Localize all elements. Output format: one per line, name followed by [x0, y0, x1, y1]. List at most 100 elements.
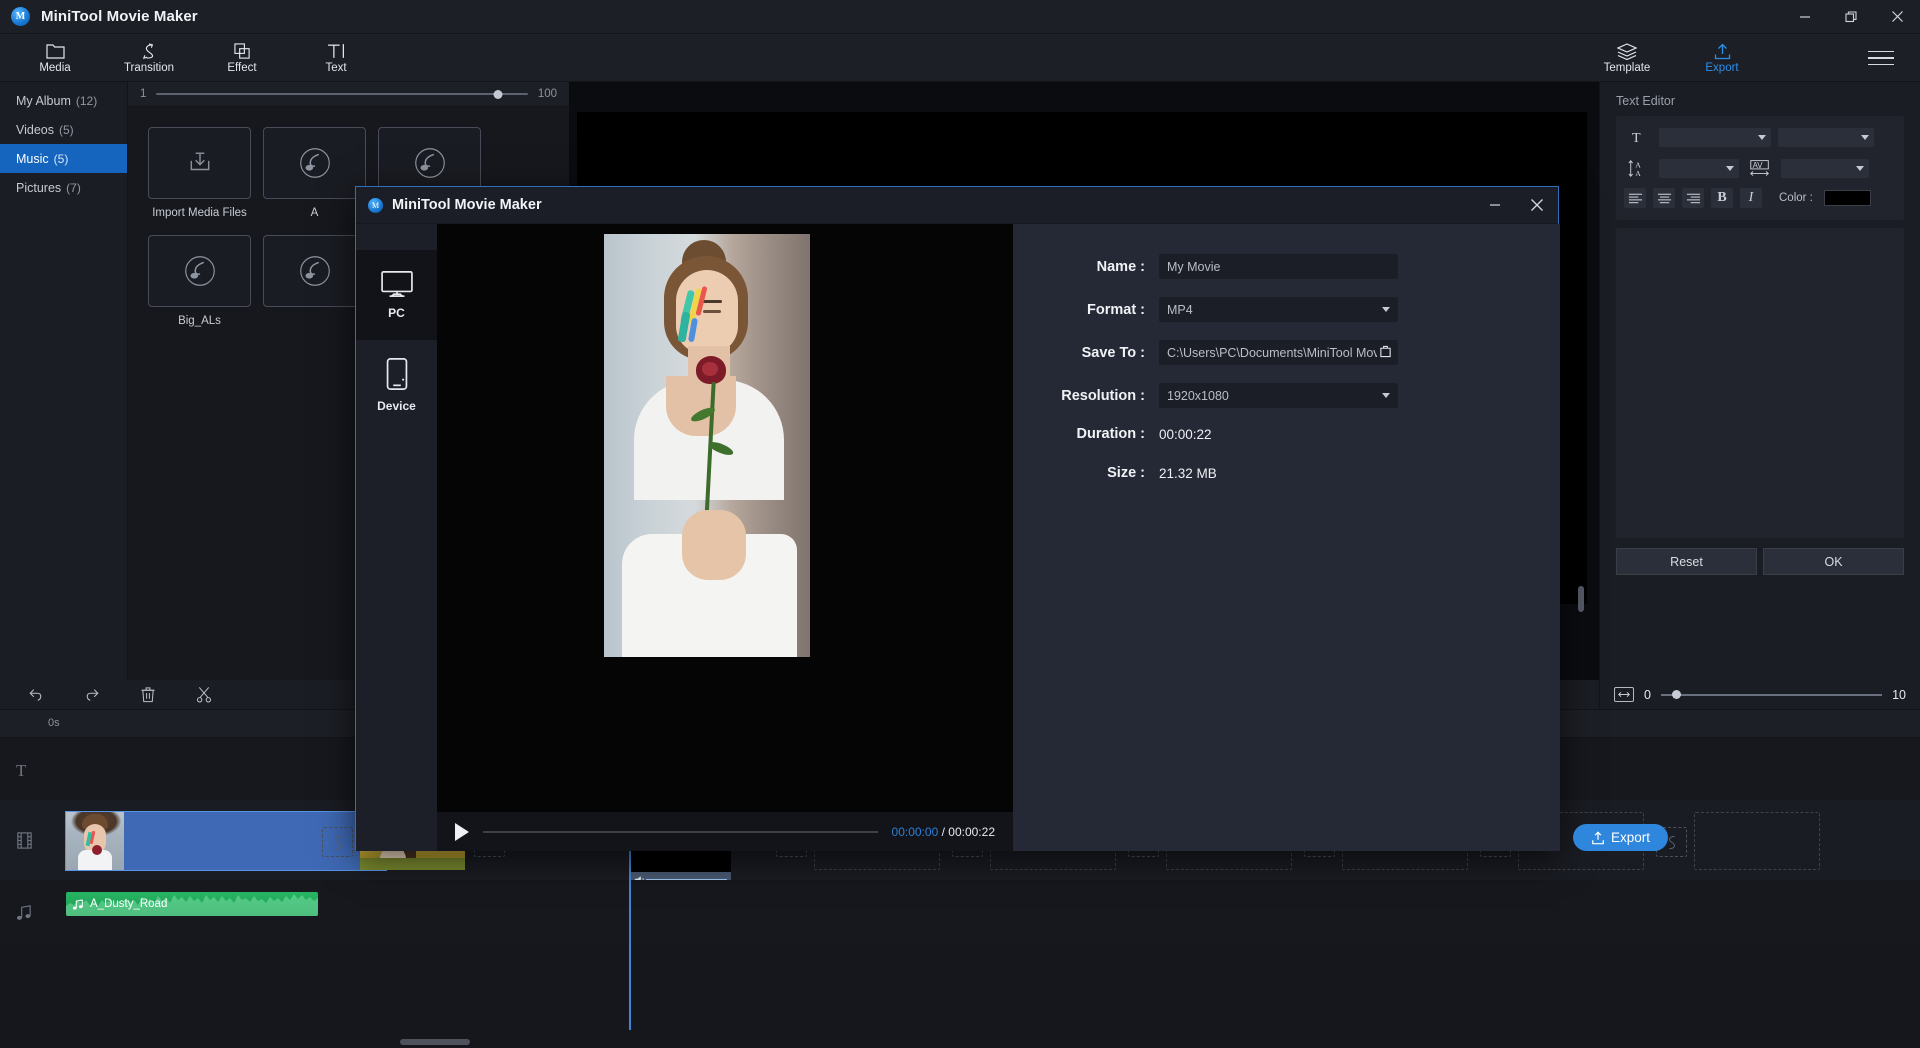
- color-swatch[interactable]: [1824, 190, 1871, 206]
- tab-transition[interactable]: Transition: [106, 34, 192, 82]
- restore-icon[interactable]: [1828, 0, 1874, 34]
- ok-button[interactable]: OK: [1763, 548, 1904, 575]
- font-family-select[interactable]: [1659, 128, 1771, 147]
- reset-button[interactable]: Reset: [1616, 548, 1757, 575]
- export-dialog-left: PC Device: [356, 224, 1013, 851]
- text-editor-title: Text Editor: [1600, 82, 1920, 116]
- video-track-header: [0, 800, 48, 880]
- player-current-time: 00:00:00: [892, 825, 939, 839]
- text-editor-textarea[interactable]: [1616, 228, 1904, 538]
- player-timestamps: 00:00:00 / 00:00:22: [892, 825, 995, 839]
- library-slider[interactable]: [156, 87, 527, 101]
- music-note-icon: [148, 235, 251, 307]
- music-note-icon: [263, 127, 366, 199]
- resolution-select[interactable]: 1920x1080: [1159, 383, 1398, 408]
- preview-scrollbar[interactable]: [1578, 586, 1584, 612]
- music-note-icon: [263, 235, 366, 307]
- library-item-audio-4[interactable]: [263, 235, 366, 327]
- undo-icon[interactable]: [8, 680, 64, 710]
- clip-thumbnail: [66, 812, 124, 870]
- svg-text:T: T: [16, 761, 27, 778]
- minitool-logo-icon: M: [368, 198, 383, 213]
- sidebar-item-pictures[interactable]: Pictures (7): [0, 173, 127, 202]
- name-input-value: My Movie: [1167, 260, 1220, 274]
- text-track-header: T: [0, 738, 48, 800]
- tab-transition-label: Transition: [124, 62, 174, 74]
- close-icon[interactable]: [1516, 187, 1558, 224]
- sidebar-item-music[interactable]: Music (5): [0, 144, 127, 173]
- library-slider-min: 1: [140, 88, 146, 100]
- format-select-value: MP4: [1167, 303, 1193, 317]
- minimize-icon[interactable]: [1474, 187, 1516, 224]
- italic-button[interactable]: I: [1740, 188, 1762, 208]
- timeline-empty-slot-6[interactable]: [1694, 812, 1820, 870]
- line-spacing-icon: A A: [1624, 157, 1652, 179]
- tab-device[interactable]: Device: [356, 340, 437, 430]
- library-item-audio-1[interactable]: A: [263, 127, 366, 219]
- format-label: Format :: [1013, 302, 1159, 318]
- line-spacing-select[interactable]: [1659, 159, 1739, 178]
- sidebar-item-label: My Album: [16, 94, 71, 108]
- app-title: MiniTool Movie Maker: [41, 8, 198, 25]
- delete-icon[interactable]: [120, 680, 176, 710]
- transition-slot-1[interactable]: [322, 827, 353, 857]
- save-to-input[interactable]: C:\Users\PC\Documents\MiniTool Movie M: [1159, 340, 1398, 365]
- audio-clip-label: A_Dusty_Road: [90, 898, 167, 910]
- timeline-clip-audio[interactable]: A_Dusty_Road: [66, 892, 318, 916]
- tab-pc-label: PC: [388, 306, 405, 320]
- tab-export[interactable]: Export: [1679, 34, 1765, 82]
- resolution-select-value: 1920x1080: [1167, 389, 1229, 403]
- sidebar-item-my-album[interactable]: My Album (12): [0, 86, 127, 115]
- library-item-import[interactable]: Import Media Files: [148, 127, 251, 219]
- zoom-slider-knob[interactable]: [1672, 690, 1681, 699]
- format-select[interactable]: MP4: [1159, 297, 1398, 322]
- scrollbar-thumb[interactable]: [400, 1039, 470, 1045]
- player-total-time: 00:00:22: [948, 825, 995, 839]
- timeline-horizontal-scrollbar[interactable]: [0, 1036, 1920, 1048]
- letter-spacing-select[interactable]: [1781, 159, 1869, 178]
- split-icon[interactable]: [176, 680, 232, 710]
- fit-timeline-icon[interactable]: [1614, 687, 1634, 702]
- font-style-select[interactable]: [1778, 128, 1874, 147]
- bold-button[interactable]: B: [1711, 188, 1733, 208]
- align-center-icon[interactable]: [1653, 188, 1675, 208]
- close-icon[interactable]: [1874, 0, 1920, 34]
- tab-effect[interactable]: Effect: [199, 34, 285, 82]
- timeline-zoom-slider[interactable]: [1661, 694, 1882, 696]
- media-sidebar: My Album (12) Videos (5) Music (5) Pictu…: [0, 82, 128, 680]
- folder-icon[interactable]: [1379, 345, 1392, 361]
- sidebar-item-count: (5): [54, 152, 69, 166]
- export-player-controls: 00:00:00 / 00:00:22: [437, 812, 1013, 851]
- sidebar-item-label: Pictures: [16, 181, 61, 195]
- library-slider-max: 100: [538, 88, 557, 100]
- player-seek-bar[interactable]: [483, 831, 878, 833]
- align-left-icon[interactable]: [1624, 188, 1646, 208]
- sidebar-item-videos[interactable]: Videos (5): [0, 115, 127, 144]
- zoom-max-label: 10: [1892, 688, 1906, 702]
- hamburger-menu-icon[interactable]: [1866, 44, 1896, 72]
- minitool-logo-icon: M: [11, 7, 30, 26]
- audio-track[interactable]: A_Dusty_Road: [0, 880, 1920, 946]
- window-controls: [1782, 0, 1920, 34]
- export-button[interactable]: Export: [1573, 824, 1668, 851]
- tab-text-label: Text: [325, 62, 346, 74]
- align-right-icon[interactable]: [1682, 188, 1704, 208]
- tab-template-label: Template: [1604, 62, 1651, 74]
- library-slider-knob[interactable]: [494, 90, 503, 99]
- minimize-icon[interactable]: [1782, 0, 1828, 34]
- spacing-row: A A AV: [1624, 157, 1896, 179]
- form-row-resolution: Resolution : 1920x1080: [1013, 383, 1560, 408]
- svg-text:A: A: [1635, 168, 1641, 177]
- redo-icon[interactable]: [64, 680, 120, 710]
- font-row: T: [1624, 126, 1896, 148]
- tab-media[interactable]: Media: [12, 34, 98, 82]
- preview-frame-image: [604, 234, 810, 657]
- library-item-audio-3[interactable]: Big_ALs: [148, 235, 251, 327]
- play-icon[interactable]: [455, 823, 469, 841]
- tab-pc[interactable]: PC: [356, 250, 437, 340]
- chevron-down-icon: [1382, 393, 1390, 398]
- name-input[interactable]: My Movie: [1159, 254, 1398, 279]
- tab-template[interactable]: Template: [1584, 34, 1670, 82]
- tab-text[interactable]: Text: [293, 34, 379, 82]
- name-label: Name :: [1013, 259, 1159, 275]
